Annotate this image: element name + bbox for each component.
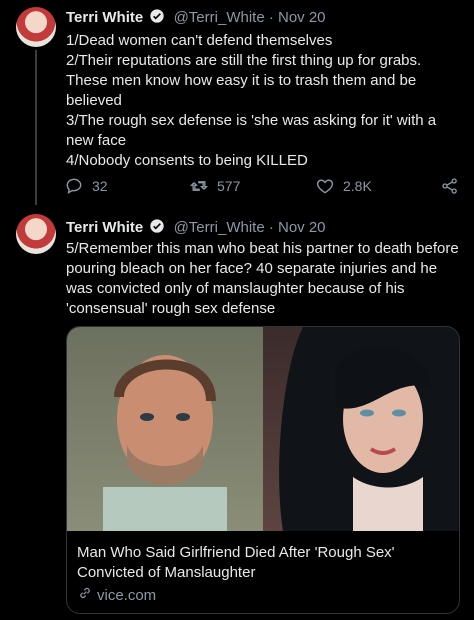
share-button[interactable] — [440, 176, 460, 196]
tweet-actions: 32 577 2.8K — [64, 176, 464, 198]
tweet-header: Terri White @Terri_White · Nov 20 — [66, 218, 326, 238]
card-image[interactable] — [67, 327, 459, 531]
avatar[interactable] — [16, 7, 56, 47]
tweet-date[interactable]: · Nov 20 — [269, 9, 326, 26]
tweet-text: 5/Remember this man who beat his partner… — [66, 240, 463, 317]
verified-badge-icon — [149, 218, 165, 238]
reply-count: 32 — [92, 178, 108, 194]
author-handle[interactable]: @Terri_White — [174, 219, 265, 236]
man-photo — [67, 327, 263, 531]
tweet-1[interactable]: Terri White @Terri_White · Nov 20 1/Dead… — [0, 0, 474, 205]
tweet-header: Terri White @Terri_White · Nov 20 — [66, 8, 326, 28]
tweet-text: 1/Dead women can't defend themselves 2/T… — [66, 32, 437, 169]
verified-badge-icon — [149, 8, 165, 28]
reply-icon — [64, 176, 84, 196]
thread-line — [35, 50, 37, 205]
link-preview-card[interactable]: Man Who Said Girlfriend Died After 'Roug… — [66, 326, 460, 614]
author-name[interactable]: Terri White — [66, 219, 143, 236]
heart-icon — [315, 176, 335, 196]
like-button[interactable]: 2.8K — [315, 176, 372, 196]
woman-photo — [263, 327, 459, 531]
author-handle[interactable]: @Terri_White — [174, 9, 265, 26]
tweet-date[interactable]: · Nov 20 — [269, 219, 326, 236]
author-name[interactable]: Terri White — [66, 9, 143, 26]
share-icon — [440, 176, 460, 196]
card-domain-text: vice.com — [97, 586, 157, 604]
reply-button[interactable]: 32 — [64, 176, 108, 196]
retweet-button[interactable]: 577 — [189, 176, 240, 196]
link-icon — [77, 585, 93, 605]
retweet-icon — [189, 176, 209, 196]
card-domain[interactable]: vice.com — [77, 585, 156, 605]
retweet-count: 577 — [217, 178, 241, 194]
card-title[interactable]: Man Who Said Girlfriend Died After 'Roug… — [77, 543, 437, 583]
like-count: 2.8K — [343, 178, 372, 194]
avatar[interactable] — [16, 214, 56, 254]
